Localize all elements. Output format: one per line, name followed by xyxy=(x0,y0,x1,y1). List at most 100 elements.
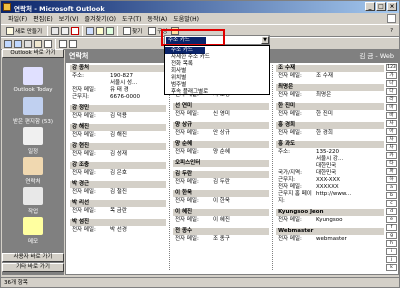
print-icon[interactable] xyxy=(51,26,60,35)
index-letter-button[interactable]: 자 xyxy=(386,136,397,143)
view-option[interactable]: 위치별 xyxy=(165,75,269,82)
menu-actions[interactable]: 동작(A) xyxy=(144,14,170,23)
index-letter-button[interactable]: 123 xyxy=(386,64,397,71)
shortcut-inbox[interactable]: 받은 편지함 (53) xyxy=(2,97,64,125)
index-letter-button[interactable]: 아 xyxy=(386,128,397,135)
contact-card[interactable]: 이 혜진 전자 메일: 이 혜진 xyxy=(173,209,269,224)
view-option[interactable]: 범주별 xyxy=(165,82,269,89)
menu-favorites[interactable]: 즐겨찾기(O) xyxy=(82,14,120,23)
shortcut-contacts[interactable]: 연락처 xyxy=(2,157,64,185)
view-option[interactable]: 후속 플래그별로 xyxy=(165,89,269,96)
contact-name[interactable]: Webmaster xyxy=(276,228,384,235)
preview-pane-icon[interactable] xyxy=(44,39,52,48)
index-letter-button[interactable]: 차 xyxy=(386,144,397,151)
index-letter-button[interactable]: b xyxy=(386,192,397,199)
up-one-level-icon[interactable] xyxy=(24,39,32,48)
contact-name[interactable]: 한 진미 xyxy=(276,103,384,110)
forward-icon[interactable] xyxy=(14,39,22,48)
new-task-icon[interactable] xyxy=(106,26,115,35)
new-button[interactable]: 새로 만들기 xyxy=(4,26,44,36)
contact-name[interactable]: 양 상규 xyxy=(173,122,269,129)
contact-card[interactable]: 강 종처 주소: 190-827 서울시 성... 전자 메일: 유 태 경 근무지: 667… xyxy=(70,65,166,101)
maximize-button[interactable]: □ xyxy=(376,2,386,11)
contact-card[interactable]: 오피스인터 xyxy=(173,160,269,167)
back-icon[interactable] xyxy=(4,39,12,48)
contact-card[interactable]: 김 두란 전자 메일: 김 두란 xyxy=(173,171,269,186)
contact-name[interactable]: 홍 과도 xyxy=(276,141,384,148)
new-message-icon[interactable] xyxy=(86,26,95,35)
index-letter-button[interactable]: 타 xyxy=(386,160,397,167)
contact-card[interactable]: 박 경근 전자 메일: 김 철진 xyxy=(70,181,166,196)
print-preview-icon[interactable] xyxy=(59,39,67,48)
contact-card[interactable]: 양 순혜 전자 메일: 양 순혜 xyxy=(173,141,269,156)
other-shortcuts-button[interactable]: 기타 바로 가기 xyxy=(2,263,64,272)
index-letter-button[interactable]: e xyxy=(386,216,397,223)
index-letter-button[interactable]: g xyxy=(386,232,397,239)
index-letter-button[interactable]: k xyxy=(386,264,397,271)
contact-name[interactable]: 조 수재 xyxy=(276,65,384,72)
contact-card[interactable]: Kyungsoo Jeon 전자 메일: Kyungsoo xyxy=(276,209,384,224)
contact-card[interactable]: 양 상규 전자 메일: 안 상규 xyxy=(173,122,269,137)
index-letter-button[interactable]: 카 xyxy=(386,152,397,159)
help-button[interactable]: ? xyxy=(388,26,395,36)
index-letter-button[interactable]: 사 xyxy=(386,120,397,127)
view-option[interactable]: 주소 카드 xyxy=(165,47,205,54)
contact-card[interactable]: 박 리선 전자 메일: 목 금란 xyxy=(70,200,166,215)
folder-list-icon[interactable] xyxy=(34,39,42,48)
contact-name[interactable]: 강 조충 xyxy=(70,162,166,169)
menu-tools[interactable]: 도구(T) xyxy=(119,14,144,23)
index-letter-button[interactable]: h xyxy=(386,240,397,247)
contact-card[interactable]: 강 해진 전자 메일: 김 해진 xyxy=(70,124,166,139)
index-letter-button[interactable]: i xyxy=(386,248,397,255)
menu-edit[interactable]: 편집(E) xyxy=(30,14,56,23)
contact-name[interactable]: 강 해진 xyxy=(70,124,166,131)
outlook-bar-header[interactable]: Outlook 바로 가기 xyxy=(2,49,64,58)
shortcut-calendar[interactable]: 일정 xyxy=(2,127,64,155)
index-letter-button[interactable]: j xyxy=(386,256,397,263)
contact-card[interactable]: Webmaster 전자 메일: webmaster xyxy=(276,228,384,243)
menu-help[interactable]: 도움말(H) xyxy=(170,14,202,23)
contact-name[interactable]: 박 섬진 xyxy=(70,219,166,226)
index-letter-button[interactable]: 하 xyxy=(386,176,397,183)
contact-name[interactable]: 홍 경희 xyxy=(276,122,384,129)
chevron-down-icon[interactable]: ▼ xyxy=(261,36,269,44)
index-letter-button[interactable]: 라 xyxy=(386,96,397,103)
contact-name[interactable]: 박 경근 xyxy=(70,181,166,188)
index-letter-button[interactable]: f xyxy=(386,224,397,231)
contact-card[interactable]: 박 섬진 전자 메일: 박 선경 xyxy=(70,219,166,234)
find-button[interactable]: 찾기 xyxy=(121,26,144,36)
contact-card[interactable]: 선 연미 전자 메일: 신 영미 xyxy=(173,103,269,118)
contact-name[interactable]: 김 두란 xyxy=(173,171,269,178)
contact-card[interactable]: 강 현진 전자 메일: 김 성재 xyxy=(70,143,166,158)
menu-view[interactable]: 보기(V) xyxy=(56,14,82,23)
contact-card[interactable]: 한 진미 전자 메일: 한 진미 xyxy=(276,103,384,118)
shortcut-notes[interactable]: 메모 xyxy=(2,217,64,245)
contact-name[interactable]: 이 한욱 xyxy=(173,190,269,197)
menu-file[interactable]: 파일(F) xyxy=(5,14,30,23)
contact-card[interactable]: 홍 경희 전자 메일: 한 경희 xyxy=(276,122,384,137)
contact-name[interactable]: 오피스인터 xyxy=(173,160,269,167)
contact-name[interactable]: 이 혜진 xyxy=(173,209,269,216)
index-letter-button[interactable]: a xyxy=(386,184,397,191)
index-letter-button[interactable]: 마 xyxy=(386,104,397,111)
my-shortcuts-button[interactable]: 사용자 바로 가기 xyxy=(2,253,64,262)
view-option[interactable]: 전화 목록 xyxy=(165,61,269,68)
contact-name[interactable]: 전 종수 xyxy=(173,228,269,235)
contact-name[interactable]: 강 현진 xyxy=(70,143,166,150)
view-option[interactable]: 자세한 주소 카드 xyxy=(165,54,269,61)
move-to-folder-icon[interactable] xyxy=(61,26,70,35)
index-letter-button[interactable]: c xyxy=(386,200,397,207)
contact-name[interactable]: 양 순혜 xyxy=(173,141,269,148)
view-option[interactable]: 회사별 xyxy=(165,68,269,75)
contact-name[interactable]: 최명은 xyxy=(276,84,384,91)
contact-name[interactable]: Kyungsoo Jeon xyxy=(276,209,384,216)
index-letter-button[interactable]: 나 xyxy=(386,80,397,87)
new-meeting-icon[interactable] xyxy=(96,26,105,35)
contact-card[interactable]: 이 한욱 전자 메일: 이 한욱 xyxy=(173,190,269,205)
contact-card[interactable]: 조 수재 전자 메일: 조 수재 xyxy=(276,65,384,80)
shortcut-tasks[interactable]: 작업 xyxy=(2,187,64,215)
contact-card[interactable]: 홍 과도 주소: 135-220 서울시 강... 대한민국 국가/지역: 대한민국 근무지:… xyxy=(276,141,384,205)
index-letter-button[interactable]: d xyxy=(386,208,397,215)
index-letter-button[interactable]: 파 xyxy=(386,168,397,175)
contact-card[interactable]: 최명은 전자 메일: 최명은 xyxy=(276,84,384,99)
